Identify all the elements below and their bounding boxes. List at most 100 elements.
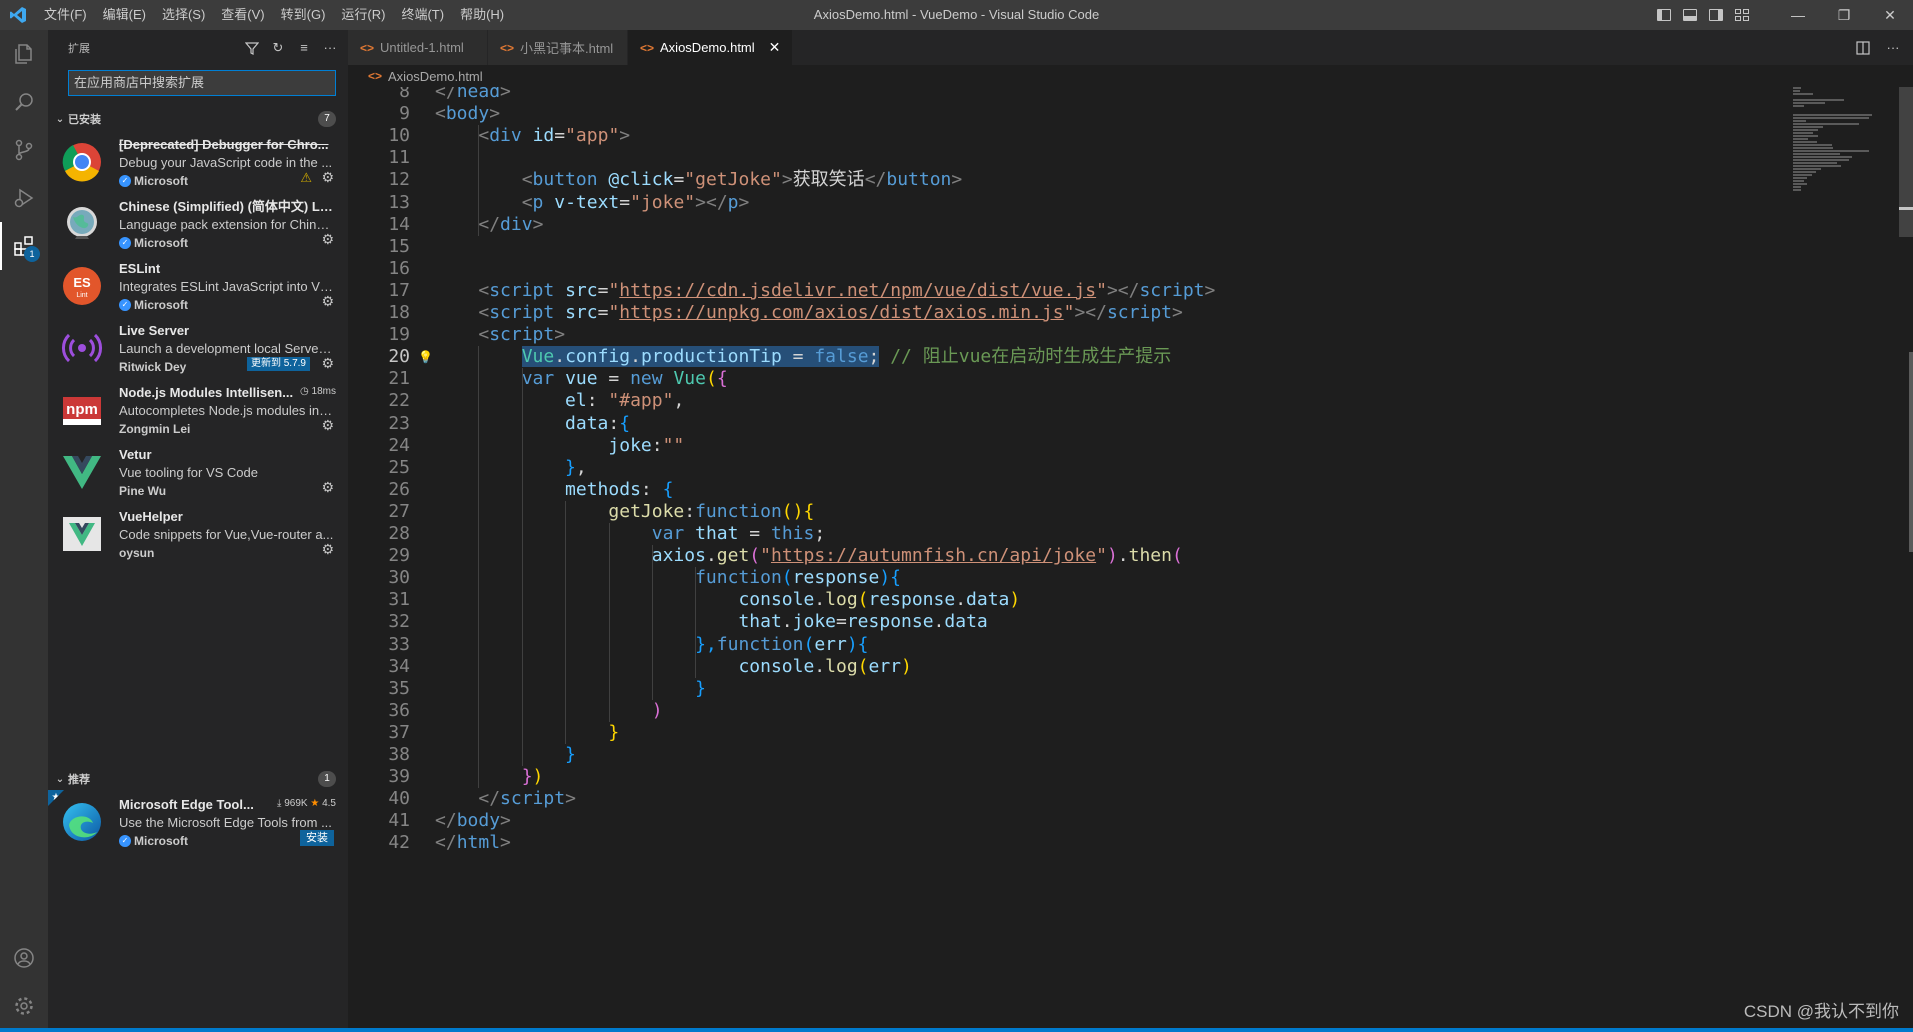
code-editor[interactable]: 8 </head> 9 <body> 10 <div id="app"> 11 12 <bu… bbox=[348, 87, 1913, 1030]
close-tab-icon[interactable]: ✕ bbox=[769, 39, 781, 56]
search-icon[interactable] bbox=[0, 78, 48, 126]
filter-icon[interactable] bbox=[244, 40, 260, 56]
manage-gear-icon[interactable]: ⚙ bbox=[321, 355, 334, 372]
code-line[interactable]: 26 methods: { bbox=[348, 479, 1848, 501]
lightbulb-icon[interactable]: 💡 bbox=[418, 346, 433, 368]
manage-gear-icon[interactable]: ⚙ bbox=[321, 417, 334, 434]
menu-item-1[interactable]: 编辑(E) bbox=[95, 0, 154, 30]
menu-item-5[interactable]: 运行(R) bbox=[333, 0, 393, 30]
breadcrumb-file[interactable]: AxiosDemo.html bbox=[388, 69, 483, 84]
extension-item[interactable]: ES Lint ESLint Integrates ESLint JavaScript… bbox=[48, 254, 348, 316]
extension-item[interactable]: Chinese (Simplified) (简体中文) La... Languag… bbox=[48, 192, 348, 254]
code-line[interactable]: 14 </div> bbox=[348, 214, 1848, 236]
code-line[interactable]: 39 }) bbox=[348, 766, 1848, 788]
menu-item-7[interactable]: 帮助(H) bbox=[452, 0, 512, 30]
vertical-scrollbar[interactable] bbox=[1899, 87, 1913, 1030]
tab-axiosdemo[interactable]: <> AxiosDemo.html ✕ bbox=[628, 30, 794, 65]
code-token: { bbox=[716, 368, 728, 390]
code-line[interactable]: 32 that.joke=response.data bbox=[348, 611, 1848, 633]
recommended-section-header[interactable]: ⌄ 推荐 1 bbox=[48, 768, 348, 790]
tab-untitled-1[interactable]: <> Untitled-1.html bbox=[348, 30, 488, 65]
menu-item-2[interactable]: 选择(S) bbox=[154, 0, 213, 30]
code-line[interactable]: 13 <p v-text="joke"></p> bbox=[348, 192, 1848, 214]
code-line[interactable]: 8 </head> bbox=[348, 87, 1848, 103]
close-window-button[interactable]: ✕ bbox=[1867, 0, 1913, 30]
code-line[interactable]: 20 💡 Vue.config.productionTip = false; //… bbox=[348, 346, 1848, 368]
code-line[interactable]: 41 </body> bbox=[348, 810, 1848, 832]
minimize-button[interactable]: — bbox=[1775, 0, 1821, 30]
update-button[interactable]: 更新到 5.7.9 bbox=[246, 357, 310, 371]
code-line[interactable]: 29 axios.get("https://autumnfish.cn/api/… bbox=[348, 545, 1848, 567]
code-line[interactable]: 9 <body> bbox=[348, 103, 1848, 125]
menu-item-0[interactable]: 文件(F) bbox=[36, 0, 95, 30]
code-line[interactable]: 24 joke:"" bbox=[348, 435, 1848, 457]
install-button[interactable]: 安装 bbox=[300, 830, 334, 846]
code-line[interactable]: 18 <script src="https://unpkg.com/axios/… bbox=[348, 302, 1848, 324]
source-control-icon[interactable] bbox=[0, 126, 48, 174]
split-editor-icon[interactable] bbox=[1855, 40, 1871, 56]
code-line[interactable]: 38 } bbox=[348, 744, 1848, 766]
minimap-line bbox=[1793, 138, 1809, 140]
code-line[interactable]: 30 function(response){ bbox=[348, 567, 1848, 589]
manage-gear-icon[interactable]: ⚙ bbox=[321, 541, 334, 558]
manage-gear-icon[interactable]: ⚙ bbox=[321, 293, 334, 310]
code-line[interactable]: 33 },function(err){ bbox=[348, 634, 1848, 656]
manage-gear-icon[interactable]: ⚙ bbox=[321, 479, 334, 496]
code-line[interactable]: 34 console.log(err) bbox=[348, 656, 1848, 678]
code-line[interactable]: 11 bbox=[348, 147, 1848, 169]
extension-item[interactable]: Vetur Vue tooling for VS Code Pine Wu ⚙ bbox=[48, 440, 348, 502]
extension-item-edge-tools[interactable]: ★ Microsoft Edge Tool... Use the Microso… bbox=[48, 790, 348, 852]
scrollbar-thumb[interactable] bbox=[1899, 87, 1913, 237]
code-line[interactable]: 12 <button @click="getJoke">获取笑话</button… bbox=[348, 169, 1848, 191]
clear-results-icon[interactable]: ≡ bbox=[296, 40, 312, 56]
toggle-secondary-sidebar-icon[interactable] bbox=[1703, 0, 1729, 30]
settings-gear-icon[interactable] bbox=[0, 982, 48, 1030]
code-line[interactable]: 36 ) bbox=[348, 700, 1848, 722]
code-line[interactable]: 27 getJoke:function(){ bbox=[348, 501, 1848, 523]
toggle-primary-sidebar-icon[interactable] bbox=[1651, 0, 1677, 30]
code-line[interactable]: 42 </html> bbox=[348, 832, 1848, 854]
installed-section-header[interactable]: ⌄ 已安装 7 bbox=[48, 108, 348, 130]
customize-layout-icon[interactable] bbox=[1729, 0, 1755, 30]
account-icon[interactable] bbox=[0, 934, 48, 982]
extension-item[interactable]: Live Server Launch a development local Se… bbox=[48, 316, 348, 378]
extension-item[interactable]: [Deprecated] Debugger for Chro... Debug y… bbox=[48, 130, 348, 192]
extension-search-input[interactable] bbox=[74, 75, 330, 90]
code-line[interactable]: 16 bbox=[348, 258, 1848, 280]
menu-item-3[interactable]: 查看(V) bbox=[213, 0, 272, 30]
toggle-panel-icon[interactable] bbox=[1677, 0, 1703, 30]
code-line[interactable]: 40 </script> bbox=[348, 788, 1848, 810]
manage-gear-icon[interactable]: ⚙ bbox=[321, 169, 334, 186]
menu-item-6[interactable]: 终端(T) bbox=[393, 0, 452, 30]
code-line[interactable]: 31 console.log(response.data) bbox=[348, 589, 1848, 611]
code-line[interactable]: 28 var that = this; bbox=[348, 523, 1848, 545]
more-actions-icon[interactable]: ··· bbox=[1885, 40, 1901, 56]
vscode-logo-icon[interactable] bbox=[0, 0, 36, 30]
code-line[interactable]: 21 var vue = new Vue({ bbox=[348, 368, 1848, 390]
restore-button[interactable]: ❐ bbox=[1821, 0, 1867, 30]
code-line[interactable]: 22 el: "#app", bbox=[348, 390, 1848, 412]
more-actions-icon[interactable]: ··· bbox=[322, 40, 338, 56]
manage-gear-icon[interactable]: ⚙ bbox=[321, 231, 334, 248]
code-token: console bbox=[738, 589, 815, 611]
refresh-icon[interactable]: ↻ bbox=[270, 40, 286, 56]
extension-item[interactable]: npm Node.js Modules Intellisen... Autocomp… bbox=[48, 378, 348, 440]
code-line[interactable]: 19 <script> bbox=[348, 324, 1848, 346]
menu-item-4[interactable]: 转到(G) bbox=[273, 0, 334, 30]
explorer-icon[interactable] bbox=[0, 30, 48, 78]
code-line[interactable]: 15 bbox=[348, 236, 1848, 258]
tab-notepad[interactable]: <> 小黑记事本.html bbox=[488, 30, 628, 65]
code-line[interactable]: 25 }, bbox=[348, 457, 1848, 479]
warning-icon[interactable]: ⚠ bbox=[300, 170, 312, 186]
extension-item[interactable]: VueHelper Code snippets for Vue,Vue-route… bbox=[48, 502, 348, 564]
code-line[interactable]: 35 } bbox=[348, 678, 1848, 700]
minimap[interactable] bbox=[1789, 87, 1899, 191]
code-line[interactable]: 23 data:{ bbox=[348, 413, 1848, 435]
code-line[interactable]: 10 <div id="app"> bbox=[348, 125, 1848, 147]
code-line[interactable]: 37 } bbox=[348, 722, 1848, 744]
run-debug-icon[interactable] bbox=[0, 174, 48, 222]
code-token: "joke" bbox=[630, 191, 696, 213]
code-line[interactable]: 17 <script src="https://cdn.jsdelivr.net… bbox=[348, 280, 1848, 302]
extensions-icon[interactable]: 1 bbox=[0, 222, 48, 270]
